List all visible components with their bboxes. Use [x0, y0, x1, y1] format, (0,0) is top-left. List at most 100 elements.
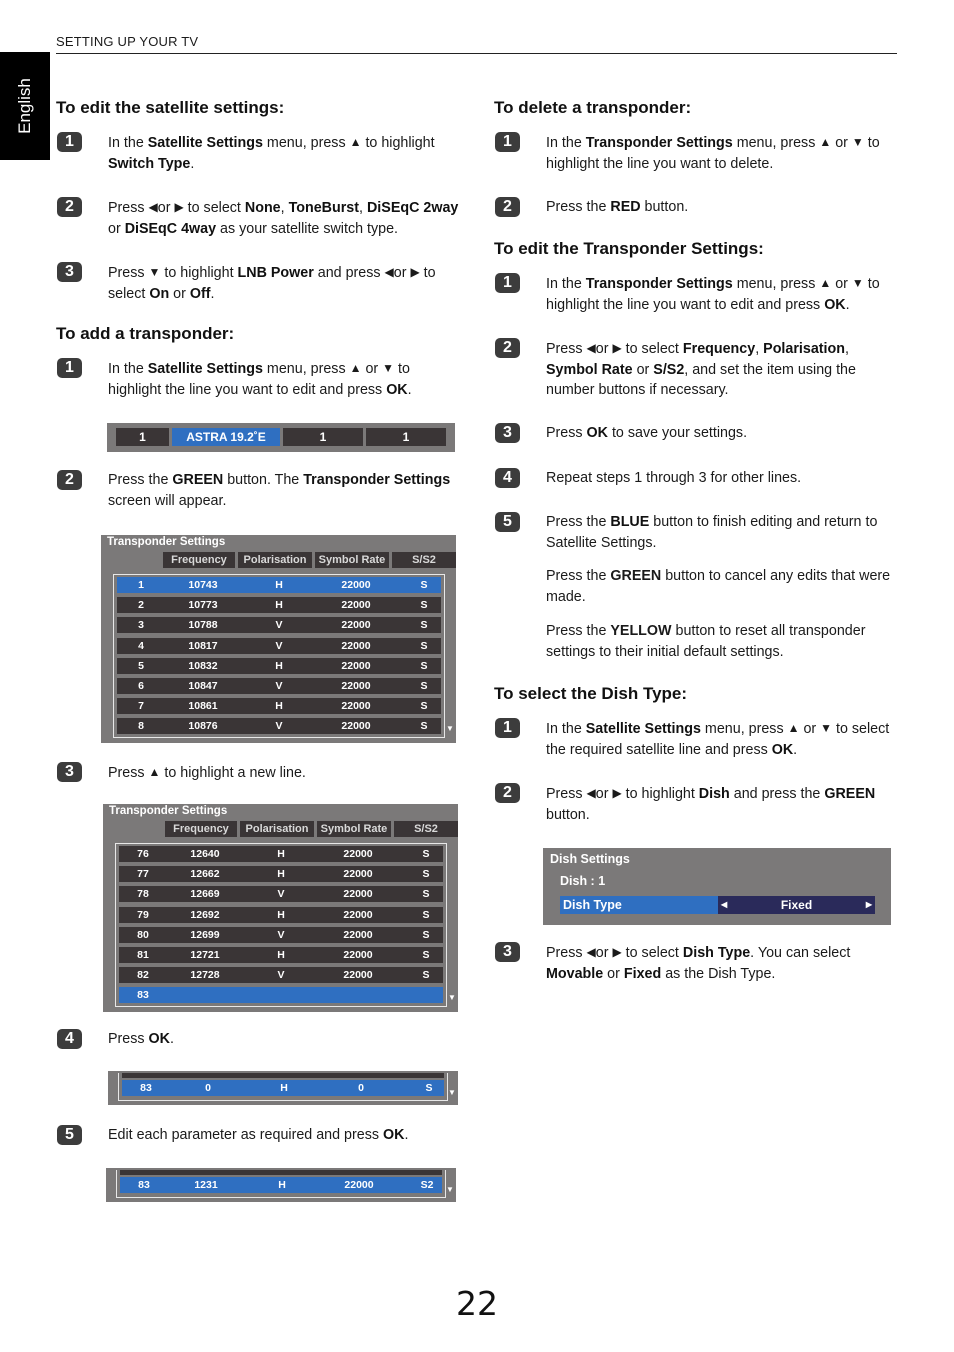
cell: H [275, 700, 283, 713]
step-text: Press ◀or ▶ to select Dish Type. You can… [546, 945, 851, 982]
cell: S [422, 969, 430, 982]
satellite-line-strip: 1 ASTRA 19.2˚E 1 1 [107, 423, 455, 452]
arrow-left-icon[interactable]: ◀ [721, 896, 727, 914]
dish-type-selector[interactable]: ◀ Fixed ▶ [718, 896, 875, 914]
cell: 2 [138, 599, 144, 612]
table-row[interactable]: 81 12721 H 22000 S [119, 947, 443, 963]
step-text: Press OK to save your settings. [546, 425, 748, 441]
table-row[interactable]: 79 12692 H 22000 S [119, 906, 443, 923]
cell: V [277, 888, 285, 901]
sat-cell-number: 1 [116, 428, 169, 446]
step-text: Press ▲ to highlight a new line. [108, 765, 306, 781]
cell: 22000 [343, 888, 373, 901]
transponder-settings-screen: Transponder Settings Frequency Polarisatio… [103, 804, 458, 1012]
table-row[interactable]: 3 10788 V 22000 S [117, 617, 441, 634]
step-number-badge: 1 [57, 358, 82, 378]
header-rule [56, 53, 897, 54]
cell: 7 [138, 700, 144, 713]
column-header: S/S2 [394, 821, 458, 837]
column-header: Symbol Rate [317, 821, 391, 837]
cell: 22000 [341, 599, 371, 612]
scroll-down-icon[interactable]: ▼ [446, 1185, 454, 1194]
cell: 3 [138, 619, 144, 632]
table-row[interactable]: 77 12662 H 22000 S [119, 866, 443, 883]
table-row[interactable]: 7 10861 H 22000 S [117, 698, 441, 715]
cell: V [277, 928, 285, 941]
table-row[interactable]: 83 [119, 987, 443, 1004]
scroll-down-icon[interactable]: ▼ [448, 1088, 456, 1097]
cell: 22000 [341, 659, 371, 672]
step-number-badge: 4 [495, 468, 520, 488]
step-text: Press ▼ to highlight LNB Power and press… [108, 265, 436, 302]
cell: V [275, 680, 283, 692]
cell: 22000 [341, 619, 371, 632]
cell: 22000 [343, 969, 373, 982]
cell: S [420, 579, 428, 591]
arrow-right-icon[interactable]: ▶ [866, 896, 872, 914]
heading-add-transponder: To add a transponder: [56, 324, 235, 343]
cell: 83 [137, 989, 149, 1002]
cell: S [420, 700, 428, 713]
table-row[interactable]: 83 0 H 0 S [122, 1080, 444, 1096]
cell: V [275, 619, 283, 632]
heading-edit-transponder: To edit the Transponder Settings: [494, 239, 764, 258]
table-row[interactable]: 1 10743 H 22000 S [117, 577, 441, 593]
table-row[interactable]: 5 10832 H 22000 S [117, 657, 441, 674]
step-text: In the Satellite Settings menu, press ▲ … [108, 361, 412, 398]
cell: 22000 [341, 680, 371, 692]
transponder-line: 83 1231 H 22000 S2 [116, 1170, 446, 1198]
step-text: Press the BLUE button to finish editing … [546, 514, 878, 551]
dish-type-row[interactable]: Dish Type ◀ Fixed ▶ [560, 896, 875, 914]
cell: 1 [138, 579, 144, 591]
cell: S [422, 928, 430, 941]
cell: V [275, 720, 283, 733]
table-row[interactable]: 82 12728 V 22000 S [119, 967, 443, 984]
cell: 0 [358, 1082, 364, 1094]
transponder-settings-screen: Transponder Settings Frequency Polarisatio… [101, 535, 456, 743]
cell: H [278, 1179, 286, 1191]
note-yellow: Press the YELLOW button to reset all tra… [546, 623, 866, 660]
cell: 22000 [343, 928, 373, 941]
cell: H [280, 1082, 288, 1094]
table-row[interactable]: 76 12640 H 22000 S [119, 846, 443, 862]
column-header: Frequency [163, 552, 235, 568]
cell: 79 [137, 908, 149, 921]
cell: S [420, 599, 428, 612]
dish-type-label: Dish Type [560, 896, 718, 914]
row-divider [120, 1170, 442, 1175]
cell: 5 [138, 659, 144, 672]
cell: S [422, 908, 430, 921]
step-text: Press ◀or ▶ to select None, ToneBurst, D… [108, 200, 459, 237]
cell: 22000 [341, 720, 371, 733]
cell: H [277, 908, 285, 921]
table-row[interactable]: 2 10773 H 22000 S [117, 597, 441, 614]
step-text: In the Transponder Settings menu, press … [546, 276, 880, 313]
page-number: 22 [456, 1284, 498, 1323]
step-text: Press ◀or ▶ to highlight Dish and press … [546, 786, 876, 823]
step-number-badge: 1 [57, 132, 82, 152]
step-number-badge: 3 [57, 762, 82, 782]
column-header: Symbol Rate [315, 552, 389, 568]
sat-cell-value: 1 [283, 428, 363, 446]
sat-cell-value: 1 [366, 428, 446, 446]
step-text: Press OK. [108, 1031, 174, 1047]
table-row[interactable]: 4 10817 V 22000 S [117, 637, 441, 654]
table-row[interactable]: 6 10847 V 22000 S [117, 678, 441, 694]
table-row[interactable]: 83 1231 H 22000 S2 [120, 1177, 442, 1193]
scroll-down-icon[interactable]: ▼ [446, 724, 454, 733]
step-text: Edit each parameter as required and pres… [108, 1127, 409, 1143]
column-header: Polarisation [238, 552, 312, 568]
step-text: In the Satellite Settings menu, press ▲ … [546, 721, 890, 758]
scroll-down-icon[interactable]: ▼ [448, 993, 456, 1002]
heading-edit-satellite: To edit the satellite settings: [56, 98, 285, 117]
step-number-badge: 2 [57, 197, 82, 217]
heading-dish-type: To select the Dish Type: [494, 684, 688, 703]
cell: 22000 [341, 700, 371, 713]
step-number-badge: 1 [495, 132, 520, 152]
table-row[interactable]: 80 12699 V 22000 S [119, 926, 443, 943]
table-row[interactable]: 8 10876 V 22000 S [117, 718, 441, 735]
dish-type-value: Fixed [780, 898, 813, 912]
table-row[interactable]: 78 12669 V 22000 S [119, 886, 443, 903]
step-text: Repeat steps 1 through 3 for other lines… [546, 470, 802, 486]
cell: S [420, 680, 428, 692]
